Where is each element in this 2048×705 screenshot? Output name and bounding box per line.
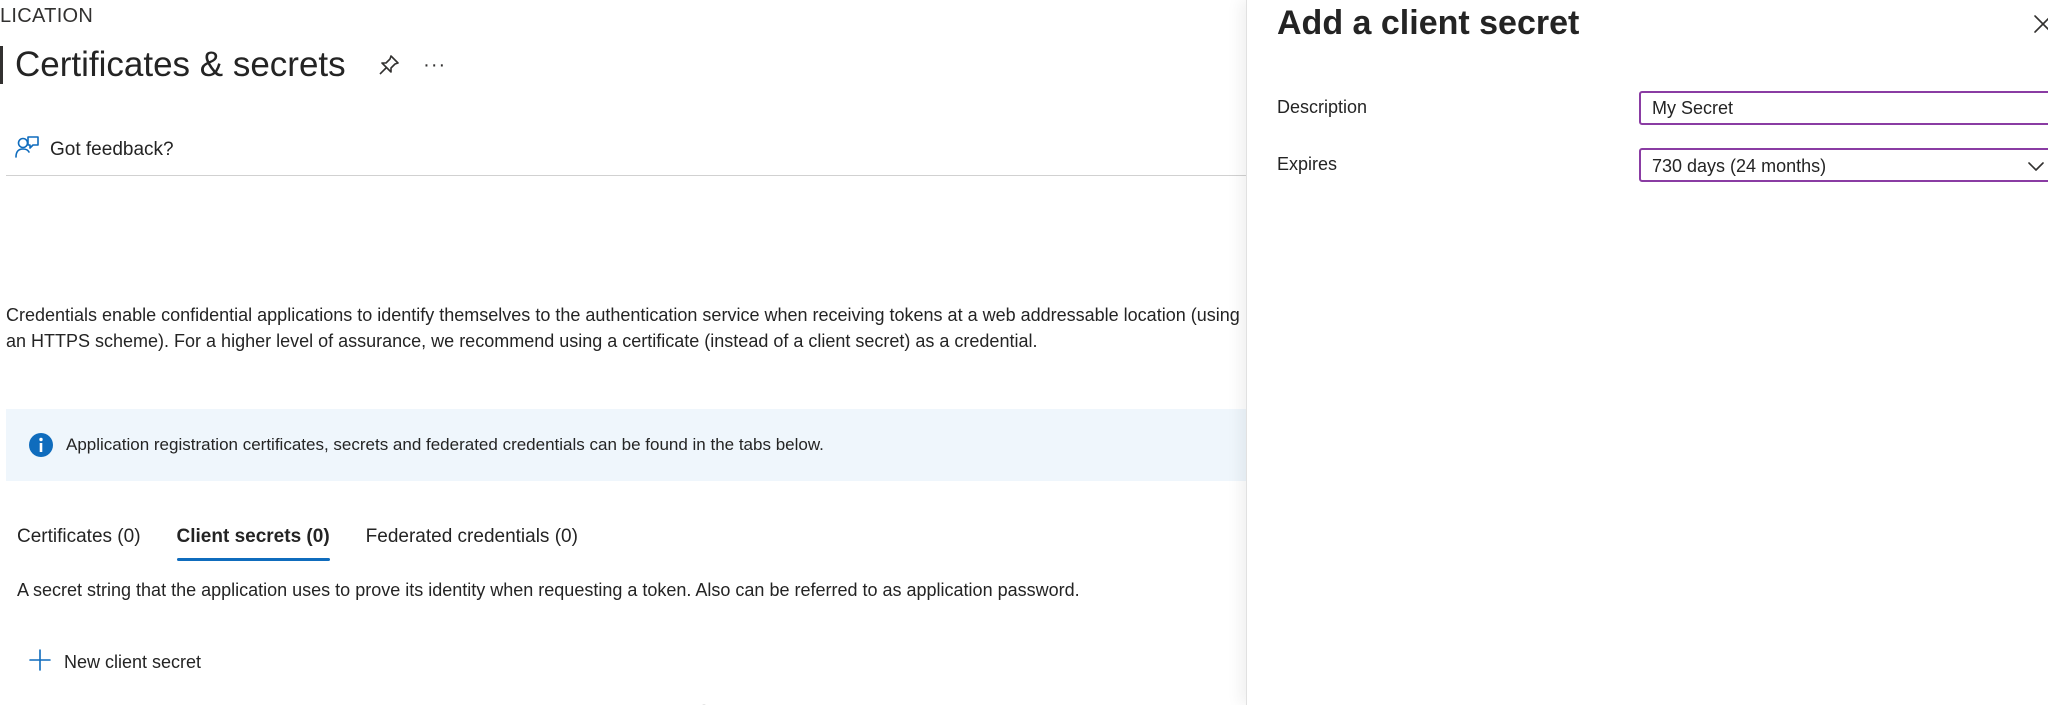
got-feedback-button[interactable]: Got feedback? [14,134,174,165]
tab-certificates[interactable]: Certificates (0) [17,520,141,564]
info-banner: Application registration certificates, s… [6,409,1246,481]
page-title: Certificates & secrets [15,45,346,84]
app-root: LICATION Certificates & secrets ··· Got … [0,0,2048,705]
title-divider [0,46,3,84]
page-header: Certificates & secrets ··· [0,40,450,90]
info-icon [28,432,54,458]
panel-title: Add a client secret [1277,4,1580,42]
close-icon[interactable] [2031,12,2048,36]
command-bar: Got feedback? [6,132,1246,176]
new-client-secret-button[interactable]: New client secret [28,648,201,677]
credential-tabs: Certificates (0) Client secrets (0) Fede… [17,520,614,564]
plus-icon [28,648,52,677]
credentials-description: Credentials enable confidential applicat… [6,305,1240,351]
client-secrets-description: A secret string that the application use… [17,580,1080,600]
info-banner-text: Application registration certificates, s… [66,435,824,454]
breadcrumb[interactable]: LICATION [0,5,93,28]
expires-label: Expires [1277,154,1338,174]
pin-icon[interactable] [376,52,402,78]
tab-client-secrets[interactable]: Client secrets (0) [176,520,330,564]
new-client-secret-label: New client secret [64,652,202,672]
expires-selected-value: 730 days (24 months) [1652,156,1827,176]
chevron-down-icon [2027,159,2045,173]
table-header-cutoff [26,699,1126,705]
expires-dropdown[interactable]: 730 days (24 months) [1639,148,2048,182]
feedback-label: Got feedback? [50,138,174,160]
certificates-secrets-page: LICATION Certificates & secrets ··· Got … [0,0,1246,705]
description-label: Description [1277,97,1368,117]
feedback-icon [14,134,40,165]
more-options-icon[interactable]: ··· [420,52,450,78]
description-input[interactable] [1639,91,2048,125]
tab-federated-credentials[interactable]: Federated credentials (0) [366,520,578,564]
add-client-secret-panel: Add a client secret Description Expires … [1246,0,2048,705]
